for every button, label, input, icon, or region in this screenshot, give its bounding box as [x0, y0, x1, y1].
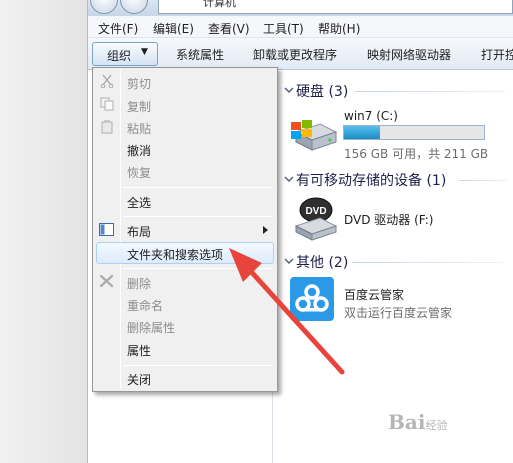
watermark: Bai经验 — [388, 410, 447, 434]
watermark-text: Bai — [388, 410, 426, 434]
annotation-arrow-shaft — [243, 263, 345, 375]
annotation-arrow — [229, 248, 345, 375]
watermark-sub: 经验 — [425, 419, 448, 432]
